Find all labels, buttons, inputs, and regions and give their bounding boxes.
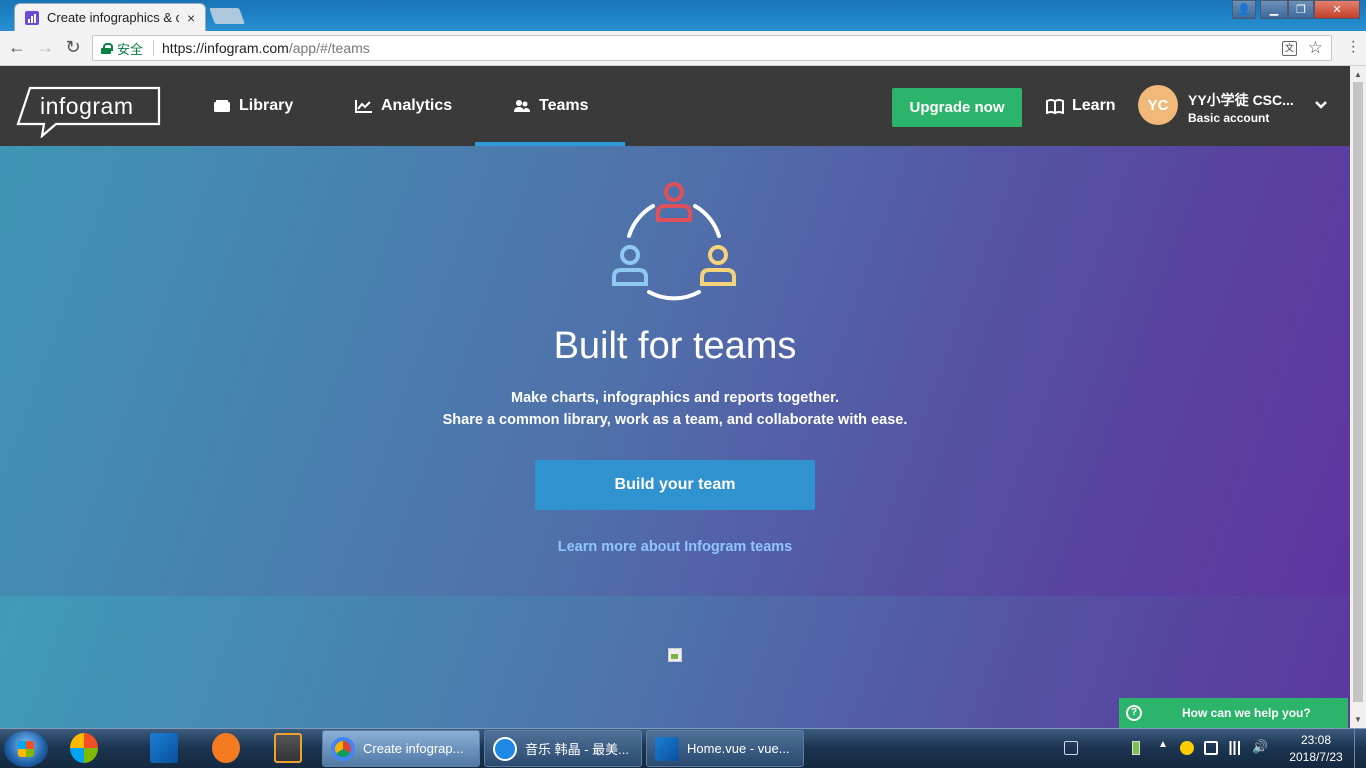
hero-subtitle-line1: Make charts, infographics and reports to…	[511, 390, 839, 406]
omnibox-divider	[153, 40, 155, 56]
kugou-music-icon	[493, 736, 517, 761]
task-music-label: 音乐 韩晶 - 最美...	[525, 742, 630, 757]
task-chrome[interactable]: Create infograp...	[322, 730, 480, 767]
help-icon: ?	[1126, 705, 1142, 721]
address-bar[interactable]: 安全 https://infogram.com /app/#/teams 文 ☆	[92, 35, 1332, 61]
scroll-down-icon[interactable]: ▼	[1354, 715, 1362, 724]
clock-time[interactable]: 23:08	[1280, 733, 1352, 747]
browser-tab-active[interactable]: Create infographics & c ×	[14, 3, 206, 31]
url-path: /app/#/teams	[288, 40, 370, 56]
library-icon	[214, 100, 230, 112]
window-controls: 👤	[1232, 0, 1256, 20]
url-host: https://infogram.com	[162, 40, 289, 56]
chevron-down-icon[interactable]	[1314, 98, 1328, 112]
task-music[interactable]: 音乐 韩晶 - 最美...	[484, 730, 642, 767]
nav-analytics-label: Analytics	[381, 97, 453, 114]
infogram-favicon-icon	[25, 10, 39, 25]
chrome-icon	[331, 736, 355, 761]
book-icon	[1046, 98, 1064, 114]
scroll-up-icon[interactable]: ▲	[1354, 70, 1362, 79]
tray-expand-icon[interactable]: ▲	[1158, 739, 1172, 753]
tab-close-icon[interactable]: ×	[187, 10, 195, 26]
upgrade-now-button[interactable]: Upgrade now	[892, 88, 1022, 127]
keyboard-icon[interactable]	[1064, 741, 1078, 755]
learn-more-teams-text[interactable]: Learn more about Infogram teams	[558, 539, 792, 555]
account-name[interactable]: YY小学徒 CSC...	[1188, 90, 1294, 110]
window-controls-main: ▁ ❐ ✕	[1260, 0, 1360, 20]
nav-library[interactable]: Library	[213, 66, 293, 146]
usb-icon[interactable]	[1204, 741, 1218, 755]
task-chrome-label: Create infograp...	[363, 741, 464, 756]
learn-link[interactable]: Learn	[1046, 66, 1116, 146]
tab-title: Create infographics & c	[47, 10, 179, 25]
scroll-thumb[interactable]	[1353, 82, 1363, 702]
broken-image-icon	[668, 648, 682, 662]
learn-more-teams-link: Learn more about Infogram teams	[0, 539, 1350, 555]
page-title: Built for teams	[553, 325, 797, 367]
secure-label: 安全	[117, 41, 144, 57]
translate-icon[interactable]: 文	[1282, 41, 1297, 56]
avatar[interactable]: YC	[1138, 85, 1178, 125]
sublime-pinned-icon[interactable]	[274, 733, 302, 763]
hero-subtitle-line2: Share a common library, work as a team, …	[442, 412, 908, 428]
vscode-icon	[655, 736, 679, 761]
person-top-icon	[656, 182, 692, 222]
team-collaboration-icon	[612, 182, 736, 301]
xampp-pinned-icon[interactable]	[212, 733, 240, 763]
app-header: infogram Library Analytics Teams Upgrade…	[0, 66, 1350, 146]
browser-toolbar: ← → ↻ 安全 https://infogram.com /app/#/tea…	[0, 31, 1366, 66]
account-plan: Basic account	[1188, 111, 1270, 125]
reload-icon[interactable]: ↻	[62, 37, 84, 58]
tray-app-icon[interactable]	[1180, 741, 1194, 755]
nav-teams-label: Teams	[539, 97, 589, 114]
close-window-button[interactable]: ✕	[1314, 0, 1360, 19]
lock-icon	[101, 42, 113, 54]
profile-button[interactable]: 👤	[1232, 0, 1256, 19]
task-vscode-label: Home.vue - vue...	[687, 741, 790, 756]
show-desktop-button[interactable]	[1354, 729, 1366, 768]
nav-teams[interactable]: Teams	[513, 66, 589, 146]
build-your-team-button[interactable]: Build your team	[535, 460, 815, 510]
help-widget[interactable]: ? How can we help you?	[1119, 698, 1348, 728]
battery-icon[interactable]	[1132, 741, 1140, 755]
volume-icon[interactable]: 🔊	[1252, 739, 1268, 754]
windows-taskbar: Create infograp... 音乐 韩晶 - 最美... Home.vu…	[0, 728, 1366, 768]
page-scrollbar[interactable]: ▲ ▼	[1350, 66, 1366, 728]
person-right-icon	[700, 245, 736, 286]
analytics-icon	[355, 100, 372, 113]
vscode-pinned-icon[interactable]	[150, 733, 178, 763]
nav-analytics[interactable]: Analytics	[355, 66, 452, 146]
back-icon[interactable]: ←	[6, 37, 28, 58]
learn-label: Learn	[1072, 97, 1116, 114]
browser-titlebar: Create infographics & c × 👤 ▁ ❐ ✕	[0, 0, 1366, 31]
person-left-icon	[612, 245, 648, 286]
restore-button[interactable]: ❐	[1288, 0, 1314, 19]
pinned-app-icon[interactable]	[70, 733, 98, 763]
new-tab-button[interactable]	[209, 8, 245, 24]
task-vscode[interactable]: Home.vue - vue...	[646, 730, 804, 767]
clock-date[interactable]: 2018/7/23	[1280, 750, 1352, 764]
network-icon[interactable]	[1228, 741, 1242, 755]
bookmark-star-icon[interactable]: ☆	[1308, 38, 1323, 58]
forward-icon[interactable]: →	[34, 37, 56, 58]
minimize-button[interactable]: ▁	[1260, 0, 1288, 19]
nav-library-label: Library	[239, 97, 294, 114]
start-button[interactable]	[4, 731, 48, 767]
browser-menu-icon[interactable]: · · ·	[1351, 34, 1356, 60]
logo-text: infogram	[40, 93, 134, 119]
help-label: How can we help you?	[1182, 706, 1311, 720]
teams-icon	[514, 100, 530, 112]
